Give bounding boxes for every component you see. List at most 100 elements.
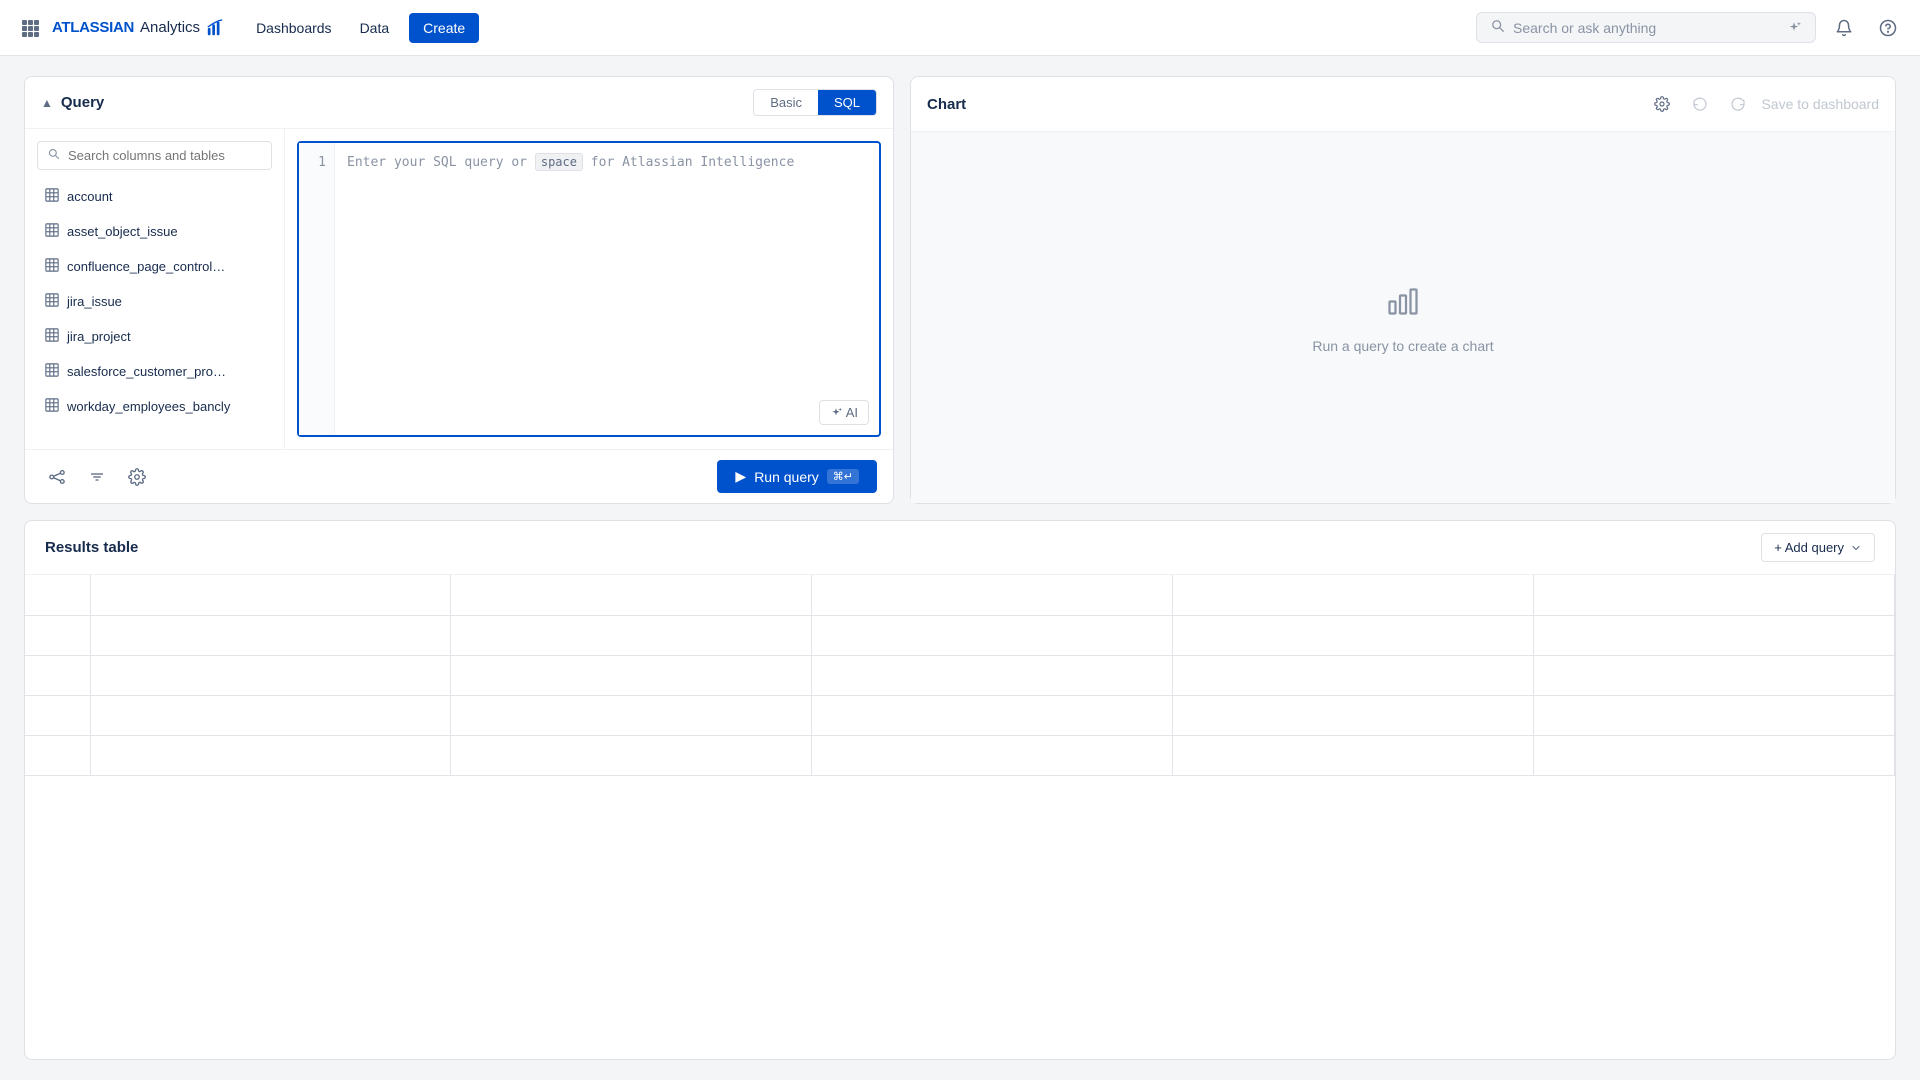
table-grid-icon — [45, 188, 59, 205]
add-query-label: + Add query — [1774, 540, 1844, 555]
global-search[interactable]: Search or ask anything — [1476, 12, 1816, 43]
editor-area[interactable]: 1 Enter your SQL query or space for Atla… — [297, 141, 881, 437]
table-cell — [451, 695, 812, 735]
table-item[interactable]: confluence_page_control… — [37, 252, 272, 281]
table-name: confluence_page_control… — [67, 259, 225, 274]
editor-content[interactable]: Enter your SQL query or space for Atlass… — [335, 143, 879, 435]
chart-empty-icon — [1385, 282, 1421, 326]
save-to-dashboard-button[interactable]: Save to dashboard — [1761, 96, 1879, 112]
table-row — [25, 615, 1895, 655]
run-query-button[interactable]: ▶ Run query ⌘↵ — [717, 460, 877, 493]
table-cell — [451, 655, 812, 695]
table-item[interactable]: account — [37, 182, 272, 211]
table-row — [25, 655, 1895, 695]
collapse-icon[interactable]: ▲ — [41, 96, 53, 110]
query-body: account asset_object_issue confluence_pa… — [25, 129, 893, 449]
sql-editor: 1 Enter your SQL query or space for Atla… — [285, 129, 893, 449]
chart-body: Run a query to create a chart — [911, 132, 1895, 503]
app-logo: ATLASSIAN Analytics — [52, 19, 224, 37]
table-name: jira_issue — [67, 294, 122, 309]
table-cell — [90, 575, 451, 615]
table-cell — [1173, 615, 1534, 655]
table-search-input[interactable] — [68, 148, 261, 163]
results-header: Results table + Add query — [25, 521, 1895, 575]
table-cell — [90, 655, 451, 695]
table-cell — [90, 695, 451, 735]
table-row — [25, 575, 1895, 615]
basic-mode-button[interactable]: Basic — [754, 90, 818, 115]
results-title: Results table — [45, 539, 138, 556]
table-item[interactable]: asset_object_issue — [37, 217, 272, 246]
table-name: salesforce_customer_pro… — [67, 364, 226, 379]
nav-dashboards[interactable]: Dashboards — [244, 14, 344, 42]
chart-redo-button[interactable] — [1723, 89, 1753, 119]
table-cell — [25, 575, 90, 615]
table-cell — [1173, 655, 1534, 695]
table-grid-icon — [45, 363, 59, 380]
query-footer: ▶ Run query ⌘↵ — [25, 449, 893, 503]
query-title: ▲ Query — [41, 94, 104, 111]
table-cell — [25, 735, 90, 775]
schema-icon-button[interactable] — [41, 461, 73, 493]
help-button[interactable] — [1872, 12, 1904, 44]
table-grid-icon — [45, 223, 59, 240]
table-item[interactable]: workday_employees_bancly — [37, 392, 272, 421]
table-cell — [451, 615, 812, 655]
table-cell — [25, 655, 90, 695]
chart-empty-message: Run a query to create a chart — [1312, 338, 1493, 354]
table-cell — [25, 695, 90, 735]
chart-undo-button[interactable] — [1685, 89, 1715, 119]
table-row — [25, 735, 1895, 775]
line-numbers: 1 — [299, 143, 335, 435]
data-grid — [25, 575, 1895, 776]
table-row — [25, 695, 1895, 735]
nav-data[interactable]: Data — [348, 14, 402, 42]
table-cell — [1534, 575, 1895, 615]
table-item[interactable]: salesforce_customer_pro… — [37, 357, 272, 386]
table-name: account — [67, 189, 113, 204]
settings-icon-button[interactable] — [121, 461, 153, 493]
ai-sparkle-mini-icon — [830, 407, 842, 419]
ai-button[interactable]: AI — [819, 400, 869, 425]
app-header: ATLASSIAN Analytics Dashboards Data Crea… — [0, 0, 1920, 56]
grid-menu-icon[interactable] — [16, 14, 44, 42]
table-cell — [1173, 695, 1534, 735]
ai-sparkle-icon — [1787, 21, 1801, 35]
header-right: Search or ask anything — [1476, 12, 1904, 44]
results-table — [25, 575, 1895, 1059]
table-name: asset_object_issue — [67, 224, 178, 239]
sql-mode-button[interactable]: SQL — [818, 90, 876, 115]
table-cell — [812, 655, 1173, 695]
table-search-icon — [48, 148, 60, 163]
notification-button[interactable] — [1828, 12, 1860, 44]
table-search-box[interactable] — [37, 141, 272, 170]
table-cell — [1534, 735, 1895, 775]
editor-placeholder: Enter your SQL query or space for Atlass… — [347, 155, 794, 170]
query-panel: ▲ Query Basic SQL — [24, 76, 894, 504]
query-footer-left — [41, 461, 153, 493]
run-play-icon: ▶ — [735, 468, 746, 485]
chart-title: Chart — [927, 96, 966, 113]
query-header: ▲ Query Basic SQL — [25, 77, 893, 129]
table-name: workday_employees_bancly — [67, 399, 230, 414]
analytics-chart-icon — [206, 19, 224, 37]
table-grid-icon — [45, 258, 59, 275]
table-item[interactable]: jira_issue — [37, 287, 272, 316]
table-cell — [1534, 615, 1895, 655]
table-cell — [812, 575, 1173, 615]
table-cell — [90, 735, 451, 775]
filter-icon-button[interactable] — [81, 461, 113, 493]
search-placeholder: Search or ask anything — [1513, 20, 1656, 36]
table-item[interactable]: jira_project — [37, 322, 272, 351]
search-icon — [1491, 19, 1505, 36]
chart-settings-button[interactable] — [1647, 89, 1677, 119]
main-content: ▲ Query Basic SQL — [0, 56, 1920, 1080]
table-name: jira_project — [67, 329, 131, 344]
add-query-button[interactable]: + Add query — [1761, 533, 1875, 562]
create-button[interactable]: Create — [409, 13, 479, 43]
table-grid-icon — [45, 398, 59, 415]
table-cell — [1534, 655, 1895, 695]
chart-header: Chart — [911, 77, 1895, 132]
top-section: ▲ Query Basic SQL — [24, 76, 1896, 504]
space-tag: space — [535, 153, 583, 171]
